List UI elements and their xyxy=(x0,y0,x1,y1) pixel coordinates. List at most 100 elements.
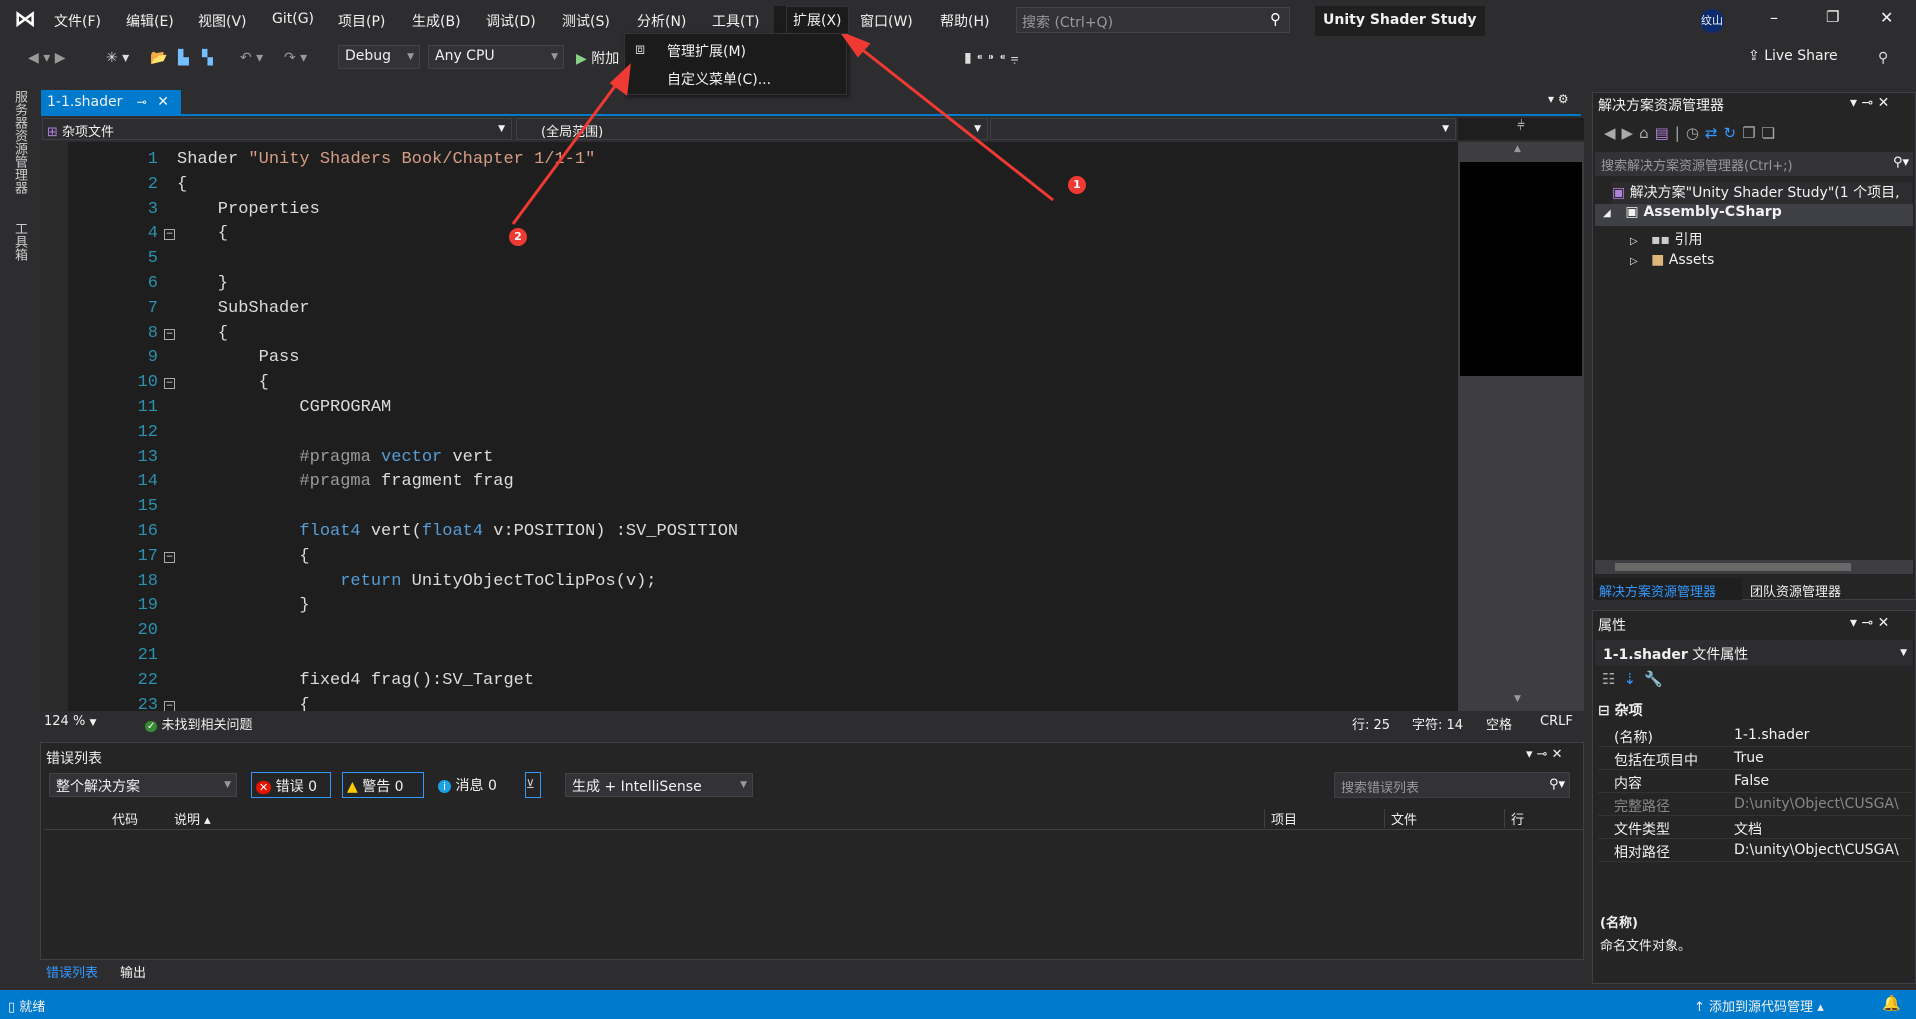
code-line[interactable]: { xyxy=(177,373,269,392)
annotation-arrow-2 xyxy=(511,73,626,225)
column-description[interactable]: 说明 ▴ xyxy=(174,809,211,828)
property-value[interactable]: 文档 xyxy=(1734,819,1762,839)
properties-object-dropdown[interactable]: 1-1.shader 文件属性 ▼ xyxy=(1595,640,1913,666)
line-number: 21 xyxy=(137,646,158,665)
menu-item-8[interactable]: 分析(N) xyxy=(637,11,686,31)
status-ready: ▯ 就绪 xyxy=(8,1000,46,1015)
menu-item-6[interactable]: 调试(D) xyxy=(486,11,536,31)
property-value[interactable]: False xyxy=(1734,773,1769,789)
property-value[interactable]: D:\unity\Object\CUSGA\ xyxy=(1734,796,1899,812)
error-list-controls[interactable]: ▾ ⊸ ✕ xyxy=(1526,747,1563,762)
code-line[interactable]: float4 vert(float4 v:POSITION) :SV_POSIT… xyxy=(177,522,738,541)
line-number: 12 xyxy=(137,422,158,442)
line-number: 20 xyxy=(137,621,158,641)
code-line[interactable]: return UnityObjectToClipPos(v); xyxy=(177,572,656,591)
menu-item-11[interactable]: 窗口(W) xyxy=(860,11,913,31)
fold-toggle-icon[interactable]: − xyxy=(164,378,175,390)
property-value[interactable]: True xyxy=(1734,750,1764,766)
line-number: 19 xyxy=(137,596,158,616)
column-line[interactable]: 行 xyxy=(1504,809,1524,828)
property-value[interactable]: D:\unity\Object\CUSGA\ xyxy=(1734,842,1899,858)
code-line[interactable]: { xyxy=(177,547,309,566)
filter-icon: ⊻ xyxy=(526,777,535,791)
notifications-icon[interactable]: 🔔 xyxy=(1882,994,1901,1012)
cursor-line: 行: 25 xyxy=(1352,718,1391,733)
line-number: 9 xyxy=(147,348,158,368)
code-line[interactable]: #pragma fragment frag xyxy=(177,472,514,492)
indent-mode[interactable]: 空格 xyxy=(1486,714,1512,733)
line-number: 15 xyxy=(137,497,158,517)
code-token: #pragma xyxy=(177,472,382,492)
property-row[interactable]: 内容 False xyxy=(1598,770,1912,793)
fold-toggle-icon[interactable]: − xyxy=(164,551,175,563)
property-value[interactable]: 1-1.shader xyxy=(1734,727,1809,743)
fold-toggle-icon[interactable]: − xyxy=(164,328,175,340)
menu-item-12[interactable]: 帮助(H) xyxy=(940,11,989,31)
tab-solution-explorer[interactable]: 解决方案资源管理器 xyxy=(1594,578,1742,600)
messages-filter-button[interactable]: i 消息 0 xyxy=(434,772,514,798)
tab-team-explorer[interactable]: 团队资源管理器 xyxy=(1750,581,1841,600)
code-token: fragment frag xyxy=(381,472,514,492)
code-line[interactable]: fixed4 frag():SV_Target xyxy=(177,671,534,690)
property-row[interactable]: 完整路径 D:\unity\Object\CUSGA\ xyxy=(1598,793,1912,816)
property-description-title: (名称) xyxy=(1600,916,1638,931)
line-number: 23 xyxy=(137,695,158,711)
menu-item-5[interactable]: 生成(B) xyxy=(412,11,461,31)
code-line[interactable]: CGPROGRAM xyxy=(177,398,391,417)
menu-item-7[interactable]: 测试(S) xyxy=(562,11,610,31)
bottom-tab-output[interactable]: 输出 xyxy=(120,962,146,981)
code-token: vector xyxy=(381,447,443,467)
code-line[interactable]: SubShader xyxy=(177,299,310,318)
column-code[interactable]: 代码 xyxy=(112,809,138,828)
zoom-dropdown[interactable]: 124 % ▼ xyxy=(40,712,116,732)
search-icon: ⚲▾ xyxy=(1548,777,1565,792)
menu-item-2[interactable]: 视图(V) xyxy=(198,11,247,31)
build-source-dropdown[interactable]: 生成 + IntelliSense ▼ xyxy=(565,773,753,797)
property-name: 内容 xyxy=(1614,776,1642,792)
property-description-text: 命名文件对象。 xyxy=(1600,939,1692,954)
property-row[interactable]: (名称) 1-1.shader xyxy=(1598,724,1912,747)
warnings-filter-button[interactable]: ▲ 警告 0 xyxy=(342,772,424,798)
code-token: } xyxy=(177,596,310,616)
errors-filter-button[interactable]: ✕ 错误 0 xyxy=(251,772,331,798)
column-file[interactable]: 文件 xyxy=(1384,809,1417,828)
menu-item-4[interactable]: 项目(P) xyxy=(338,11,385,31)
error-icon: ✕ xyxy=(256,781,272,794)
code-token: { xyxy=(177,695,310,711)
column-project[interactable]: 项目 xyxy=(1264,809,1297,828)
clear-filter-button[interactable]: ⊻ xyxy=(525,772,541,798)
error-search-input[interactable]: 搜索错误列表 ⚲▾ xyxy=(1334,772,1570,798)
issues-indicator[interactable]: ✓ 未找到相关问题 xyxy=(145,714,253,733)
property-row[interactable]: 文件类型 文档 xyxy=(1598,816,1912,839)
minimap-scroll-down[interactable]: ▼ xyxy=(1514,694,1521,704)
code-line[interactable]: } xyxy=(177,596,310,616)
line-number: 8 xyxy=(147,323,158,343)
properties-controls[interactable]: ▾ ⊸ ✕ xyxy=(1850,615,1889,631)
status-bar xyxy=(0,990,1916,1019)
menu-item-9[interactable]: 工具(T) xyxy=(712,11,759,31)
menu-item-3[interactable]: Git(G) xyxy=(272,11,314,27)
property-row[interactable]: 相对路径 D:\unity\Object\CUSGA\ xyxy=(1598,839,1912,862)
code-token: #pragma xyxy=(177,447,382,467)
properties-toolbar[interactable]: ☷⇣🔧 xyxy=(1602,670,1671,688)
code-line[interactable]: Pass xyxy=(177,348,300,368)
property-row[interactable]: 包括在项目中 True xyxy=(1598,747,1912,770)
menu-item-10[interactable]: 扩展(X) xyxy=(786,6,849,34)
add-to-source-control-button[interactable]: ↑ 添加到源代码管理 ▴ xyxy=(1694,996,1824,1015)
check-icon: ✓ xyxy=(145,721,158,732)
code-line[interactable]: { xyxy=(177,695,310,711)
menu-item-1[interactable]: 编辑(E) xyxy=(126,11,174,31)
scope-dropdown[interactable]: 整个解决方案 ▼ xyxy=(49,773,237,797)
line-ending[interactable]: CRLF xyxy=(1540,714,1573,729)
category-misc[interactable]: ⊟ 杂项 xyxy=(1598,700,1643,720)
horizontal-scrollbar[interactable] xyxy=(1595,560,1913,574)
warning-icon: ▲ xyxy=(347,779,358,795)
annotation-badge-2: 2 xyxy=(509,228,527,246)
line-number: 11 xyxy=(137,398,158,417)
code-token: Pass xyxy=(177,348,300,368)
menu-item-0[interactable]: 文件(F) xyxy=(54,11,101,31)
bottom-tab-error-list[interactable]: 错误列表 xyxy=(46,962,98,981)
code-line[interactable]: #pragma vector vert xyxy=(177,448,493,467)
fold-toggle-icon[interactable]: − xyxy=(164,700,175,711)
code-line[interactable]: { xyxy=(177,324,228,343)
